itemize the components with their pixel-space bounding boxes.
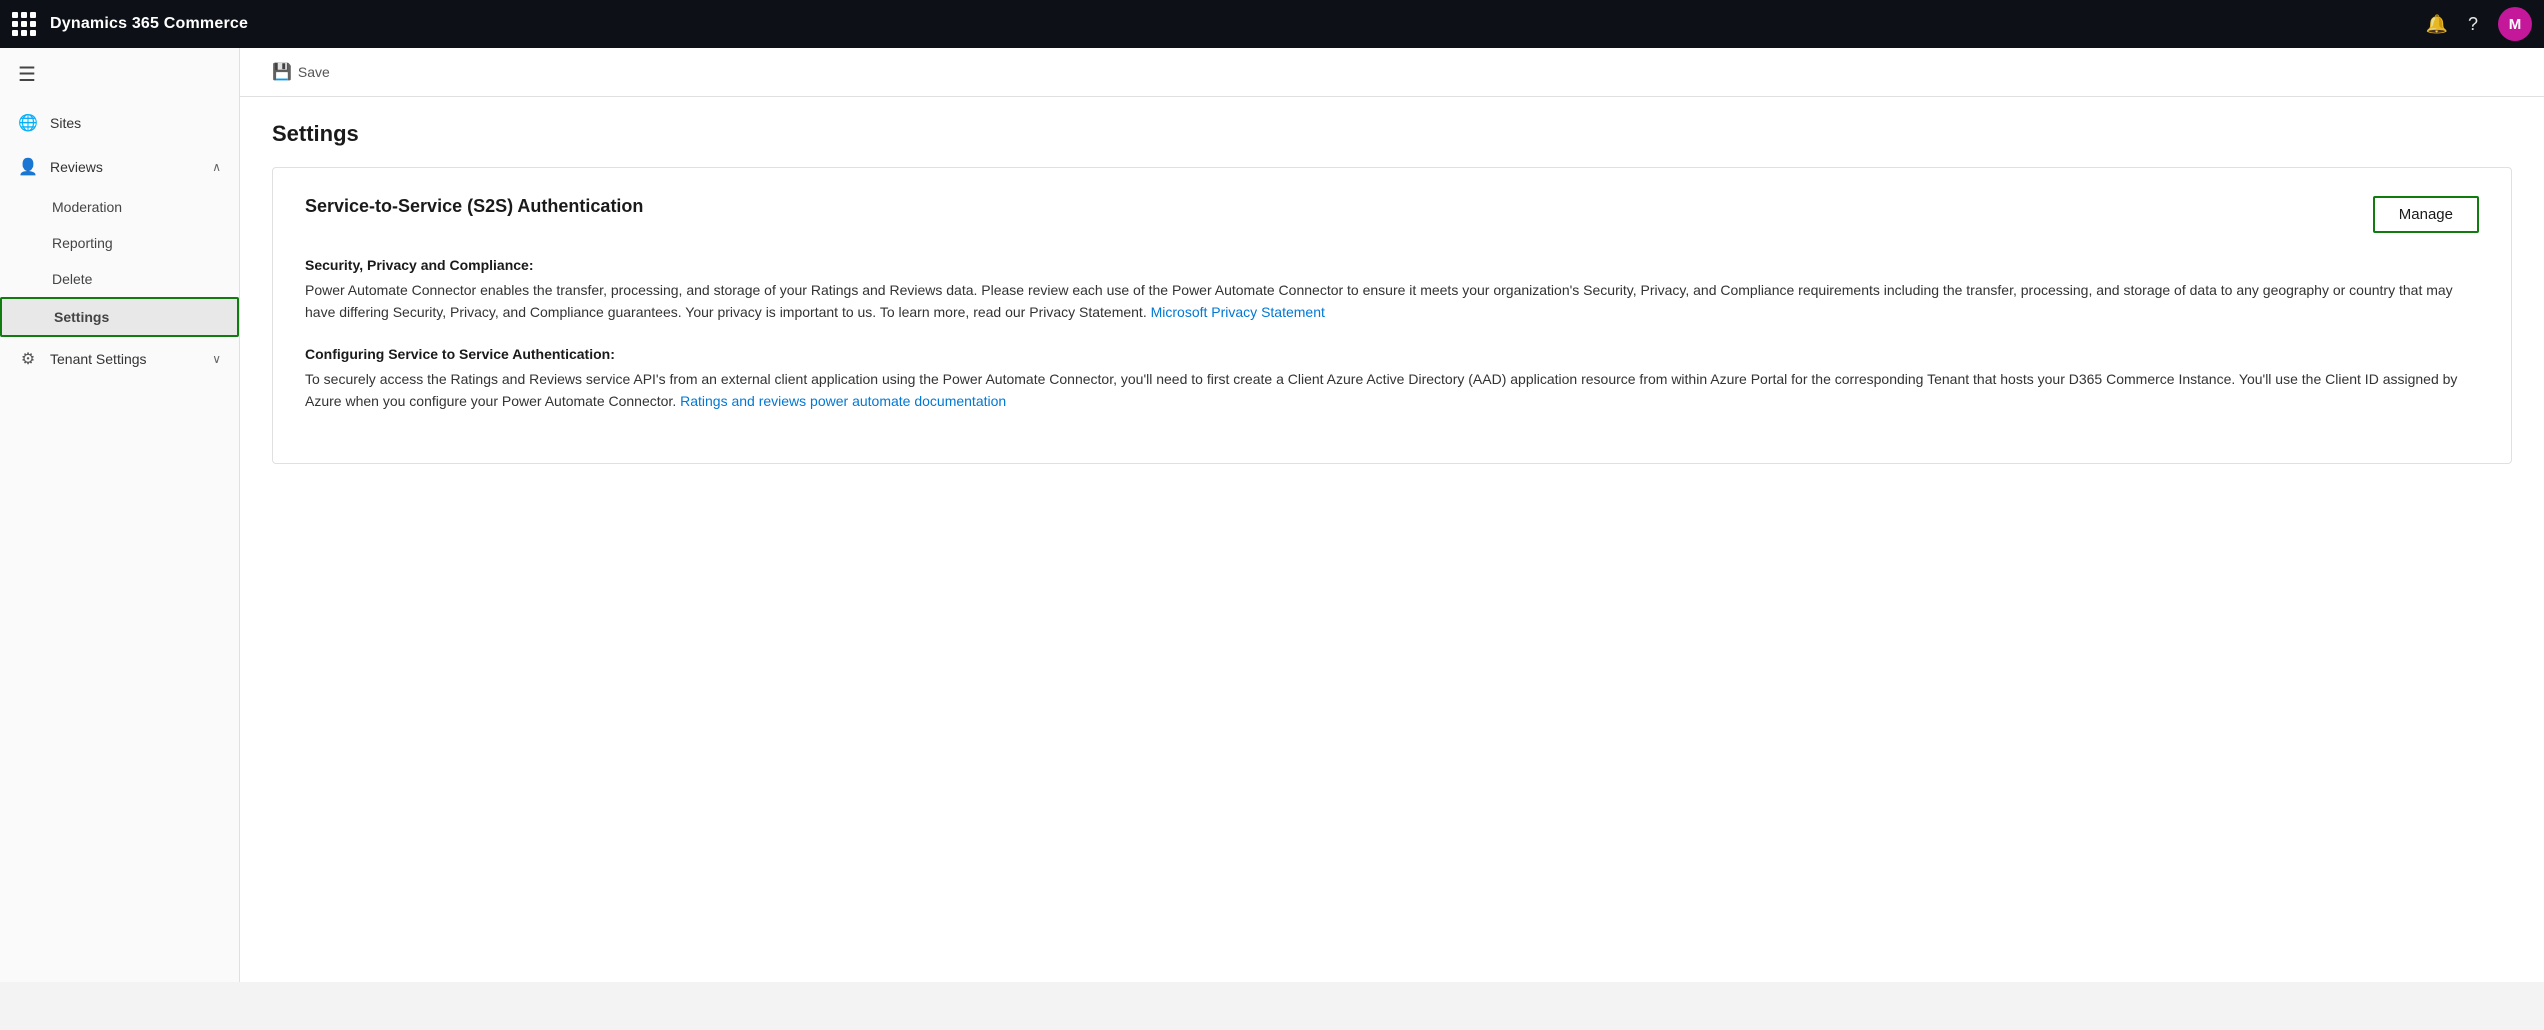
topbar-right: 🔔 ? M (2426, 7, 2532, 41)
apps-grid-icon[interactable] (12, 12, 36, 36)
help-icon[interactable]: ? (2468, 14, 2478, 35)
security-section-title: Security, Privacy and Compliance: (305, 257, 2479, 273)
save-icon: 💾 (272, 62, 292, 82)
toolbar: 💾 Save (240, 48, 2544, 97)
sidebar-item-reporting[interactable]: Reporting (0, 225, 239, 261)
tenant-settings-icon: ⚙ (18, 349, 38, 369)
manage-button[interactable]: Manage (2373, 196, 2479, 233)
page-title: Settings (272, 121, 2512, 147)
configuring-section-title: Configuring Service to Service Authentic… (305, 346, 2479, 362)
main-content: 💾 Save Settings Service-to-Service (S2S)… (240, 48, 2544, 982)
reviews-chevron-icon: ∧ (212, 160, 221, 174)
sidebar-item-reviews-label: Reviews (50, 159, 200, 175)
save-label: Save (298, 64, 330, 80)
sidebar-item-reviews[interactable]: 👤 Reviews ∧ (0, 145, 239, 189)
card-header: Service-to-Service (S2S) Authentication … (305, 196, 2479, 233)
sidebar-item-settings[interactable]: Settings (0, 297, 239, 337)
security-section: Security, Privacy and Compliance: Power … (305, 257, 2479, 324)
tenant-settings-chevron-icon: ∨ (212, 352, 221, 366)
configuring-section-body: To securely access the Ratings and Revie… (305, 368, 2479, 413)
sidebar-item-tenant-settings[interactable]: ⚙ Tenant Settings ∨ (0, 337, 239, 381)
app-layout: ☰ 🌐 Sites 👤 Reviews ∧ Moderation Reporti… (0, 48, 2544, 982)
security-section-body: Power Automate Connector enables the tra… (305, 279, 2479, 324)
s2s-auth-card: Service-to-Service (S2S) Authentication … (272, 167, 2512, 464)
notification-icon[interactable]: 🔔 (2426, 14, 2448, 35)
sidebar-item-delete[interactable]: Delete (0, 261, 239, 297)
sites-icon: 🌐 (18, 113, 38, 133)
ratings-reviews-link[interactable]: Ratings and reviews power automate docum… (680, 393, 1006, 409)
content-area: Settings Service-to-Service (S2S) Authen… (240, 97, 2544, 982)
app-title: Dynamics 365 Commerce (50, 15, 2426, 33)
sidebar-item-moderation[interactable]: Moderation (0, 189, 239, 225)
configuring-section: Configuring Service to Service Authentic… (305, 346, 2479, 413)
sidebar: ☰ 🌐 Sites 👤 Reviews ∧ Moderation Reporti… (0, 48, 240, 982)
save-button[interactable]: 💾 Save (264, 58, 338, 86)
user-avatar[interactable]: M (2498, 7, 2532, 41)
microsoft-privacy-link[interactable]: Microsoft Privacy Statement (1151, 304, 1325, 320)
topbar: Dynamics 365 Commerce 🔔 ? M (0, 0, 2544, 48)
sidebar-hamburger-icon[interactable]: ☰ (0, 48, 239, 101)
sidebar-item-tenant-settings-label: Tenant Settings (50, 351, 200, 367)
card-title: Service-to-Service (S2S) Authentication (305, 196, 643, 217)
sidebar-item-sites-label: Sites (50, 115, 221, 131)
sidebar-item-sites[interactable]: 🌐 Sites (0, 101, 239, 145)
reviews-icon: 👤 (18, 157, 38, 177)
